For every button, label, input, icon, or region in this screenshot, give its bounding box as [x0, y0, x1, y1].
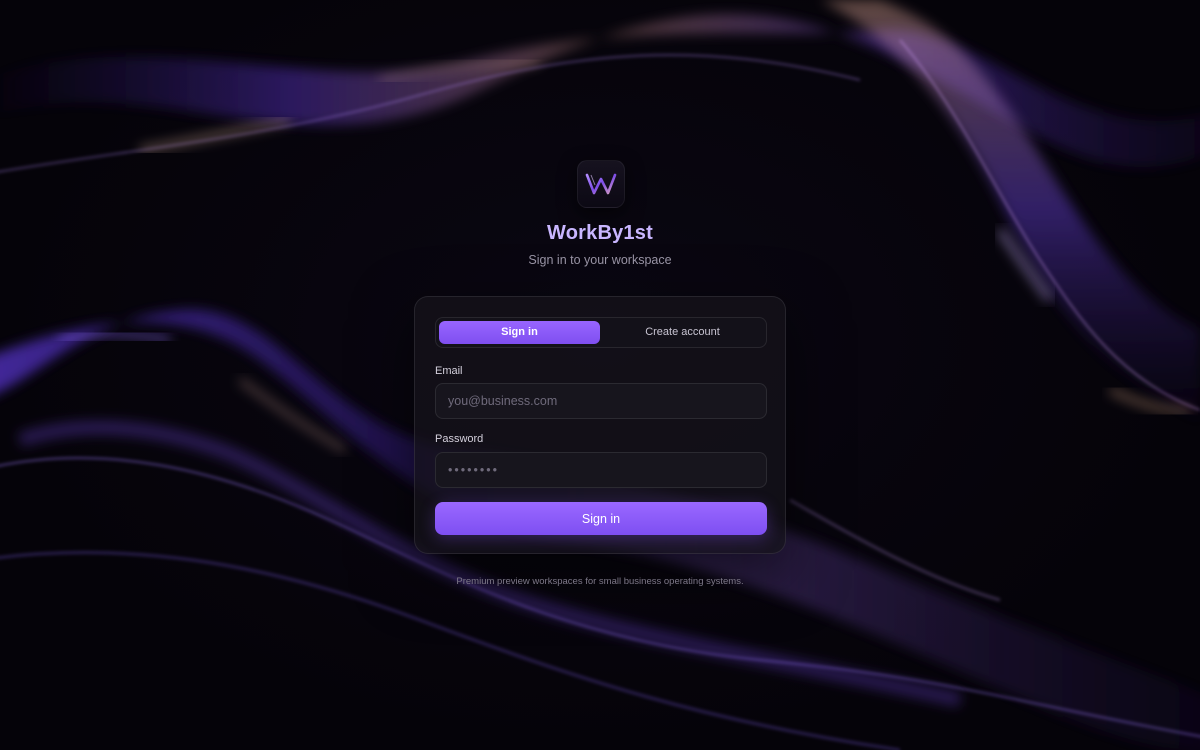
password-field[interactable]: [435, 452, 767, 488]
page-subtitle: Sign in to your workspace: [528, 253, 672, 267]
password-label: Password: [435, 433, 484, 445]
app-logo: [577, 160, 625, 208]
auth-card: Sign in Create account Email Password Si…: [414, 296, 786, 554]
app-name: WorkBy1st: [547, 222, 653, 244]
email-label: Email: [435, 365, 463, 377]
w-monogram-icon: [585, 173, 617, 195]
tab-create-account[interactable]: Create account: [602, 321, 763, 344]
tab-sign-in[interactable]: Sign in: [439, 321, 600, 344]
email-field[interactable]: [435, 383, 767, 419]
auth-tabs: Sign in Create account: [435, 317, 767, 348]
sign-in-button[interactable]: Sign in: [435, 502, 767, 535]
footer-tagline: Premium preview workspaces for small bus…: [456, 576, 744, 587]
login-screen: WorkBy1st Sign in to your workspace Sign…: [0, 0, 1200, 750]
